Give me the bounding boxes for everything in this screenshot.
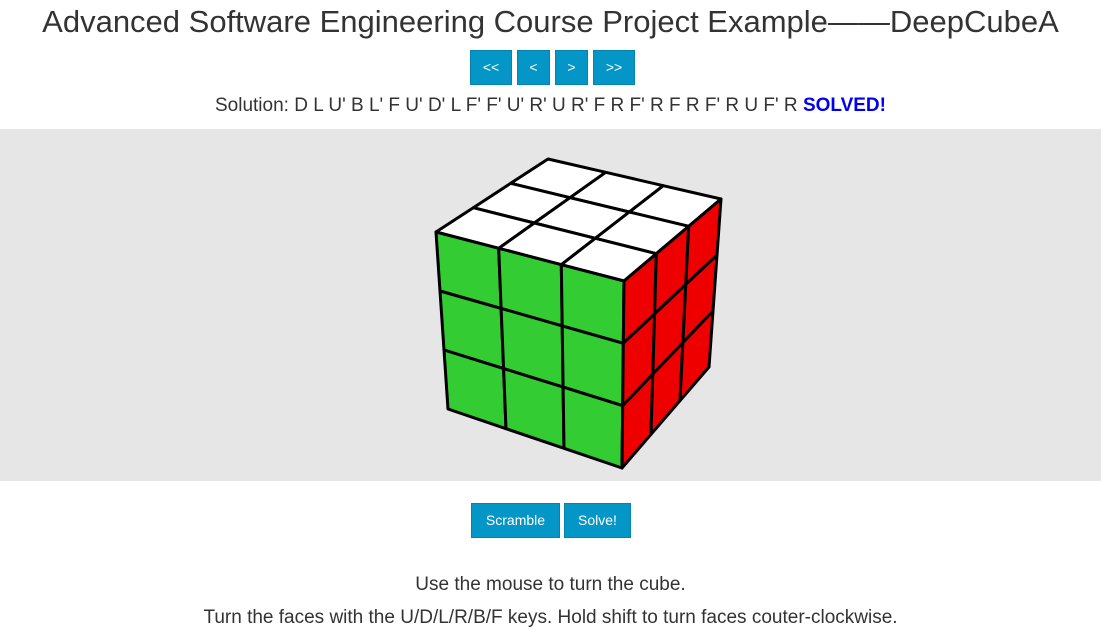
instructions: Use the mouse to turn the cube. Turn the…: [0, 568, 1101, 631]
cube-canvas[interactable]: [0, 129, 1101, 481]
next-move-button[interactable]: >: [555, 50, 588, 85]
instruction-mouse: Use the mouse to turn the cube.: [415, 574, 686, 595]
solution-moves: D L U' B L' F U' D' L F' F' U' R' U R' F…: [294, 95, 798, 116]
solution-label: Solution:: [215, 95, 289, 116]
page: Advanced Software Engineering Course Pro…: [0, 0, 1101, 631]
first-move-button[interactable]: <<: [470, 50, 512, 85]
last-move-button[interactable]: >>: [593, 50, 635, 85]
solve-button[interactable]: Solve!: [564, 503, 631, 538]
scramble-button[interactable]: Scramble: [471, 503, 560, 538]
solution-navigation: << < > >>: [0, 50, 1101, 85]
solved-status: SOLVED!: [802, 95, 886, 116]
cube-actions: Scramble Solve!: [0, 503, 1101, 538]
previous-move-button[interactable]: <: [517, 50, 550, 85]
page-title: Advanced Software Engineering Course Pro…: [42, 4, 1059, 39]
solution-line: Solution: D L U' B L' F U' D' L F' F' U'…: [0, 94, 1101, 118]
instruction-keys: Turn the faces with the U/D/L/R/B/F keys…: [203, 607, 898, 628]
cube-viewport[interactable]: [0, 129, 1101, 481]
